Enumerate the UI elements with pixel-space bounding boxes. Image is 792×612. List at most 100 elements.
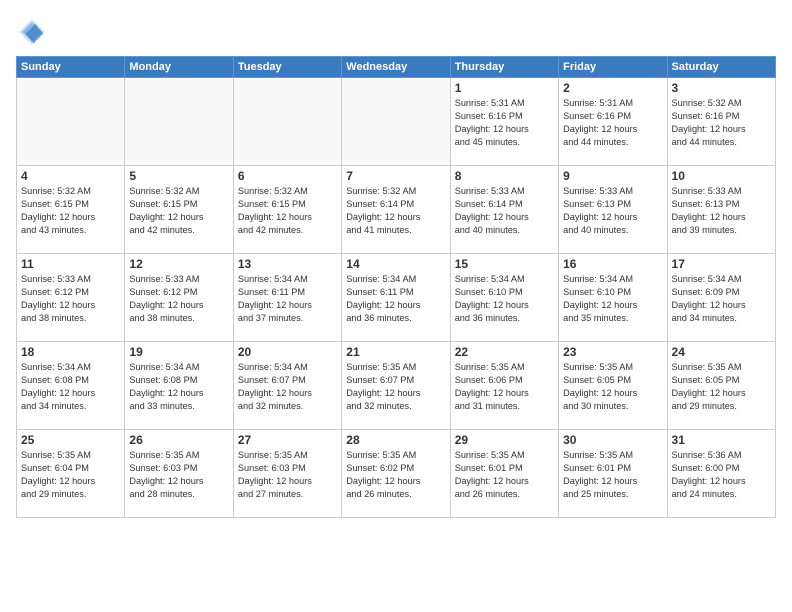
day-info: Sunrise: 5:35 AM Sunset: 6:05 PM Dayligh… <box>672 361 771 413</box>
header <box>16 16 776 48</box>
day-info: Sunrise: 5:33 AM Sunset: 6:13 PM Dayligh… <box>563 185 662 237</box>
day-cell: 28 Sunrise: 5:35 AM Sunset: 6:02 PM Dayli… <box>342 430 450 518</box>
day-info: Sunrise: 5:36 AM Sunset: 6:00 PM Dayligh… <box>672 449 771 501</box>
day-info: Sunrise: 5:35 AM Sunset: 6:04 PM Dayligh… <box>21 449 120 501</box>
day-cell: 13 Sunrise: 5:34 AM Sunset: 6:11 PM Dayli… <box>233 254 341 342</box>
day-cell <box>233 78 341 166</box>
day-number: 1 <box>455 81 554 95</box>
day-cell: 9 Sunrise: 5:33 AM Sunset: 6:13 PM Daylig… <box>559 166 667 254</box>
day-cell: 22Sunrise: 5:35 AM Sunset: 6:06 PM Dayli… <box>450 342 558 430</box>
day-cell <box>125 78 233 166</box>
col-header-friday: Friday <box>559 57 667 78</box>
day-cell: 2Sunrise: 5:31 AM Sunset: 6:16 PM Daylig… <box>559 78 667 166</box>
day-info: Sunrise: 5:34 AM Sunset: 6:09 PM Dayligh… <box>672 273 771 325</box>
day-info: Sunrise: 5:33 AM Sunset: 6:13 PM Dayligh… <box>672 185 771 237</box>
day-cell: 27 Sunrise: 5:35 AM Sunset: 6:03 PM Dayli… <box>233 430 341 518</box>
col-header-wednesday: Wednesday <box>342 57 450 78</box>
day-number: 30 <box>563 433 662 447</box>
day-cell: 21 Sunrise: 5:35 AM Sunset: 6:07 PM Dayli… <box>342 342 450 430</box>
day-info: Sunrise: 5:33 AM Sunset: 6:12 PM Dayligh… <box>129 273 228 325</box>
day-info: Sunrise: 5:32 AM Sunset: 6:16 PM Dayligh… <box>672 97 771 149</box>
day-cell: 16Sunrise: 5:34 AM Sunset: 6:10 PM Dayli… <box>559 254 667 342</box>
day-number: 8 <box>455 169 554 183</box>
week-row-3: 11 Sunrise: 5:33 AM Sunset: 6:12 PM Dayli… <box>17 254 776 342</box>
day-info: Sunrise: 5:34 AM Sunset: 6:10 PM Dayligh… <box>455 273 554 325</box>
day-number: 10 <box>672 169 771 183</box>
day-info: Sunrise: 5:32 AM Sunset: 6:15 PM Dayligh… <box>129 185 228 237</box>
day-number: 23 <box>563 345 662 359</box>
day-number: 29 <box>455 433 554 447</box>
day-cell: 10 Sunrise: 5:33 AM Sunset: 6:13 PM Dayli… <box>667 166 775 254</box>
day-number: 21 <box>346 345 445 359</box>
day-cell: 29 Sunrise: 5:35 AM Sunset: 6:01 PM Dayli… <box>450 430 558 518</box>
week-row-5: 25Sunrise: 5:35 AM Sunset: 6:04 PM Dayli… <box>17 430 776 518</box>
day-number: 28 <box>346 433 445 447</box>
day-number: 20 <box>238 345 337 359</box>
day-info: Sunrise: 5:32 AM Sunset: 6:15 PM Dayligh… <box>238 185 337 237</box>
day-cell: 15 Sunrise: 5:34 AM Sunset: 6:10 PM Dayli… <box>450 254 558 342</box>
day-info: Sunrise: 5:34 AM Sunset: 6:08 PM Dayligh… <box>21 361 120 413</box>
day-info: Sunrise: 5:32 AM Sunset: 6:15 PM Dayligh… <box>21 185 120 237</box>
day-info: Sunrise: 5:35 AM Sunset: 6:05 PM Dayligh… <box>563 361 662 413</box>
day-cell: 31 Sunrise: 5:36 AM Sunset: 6:00 PM Dayli… <box>667 430 775 518</box>
col-header-thursday: Thursday <box>450 57 558 78</box>
logo-icon <box>16 16 48 48</box>
day-info: Sunrise: 5:35 AM Sunset: 6:07 PM Dayligh… <box>346 361 445 413</box>
day-cell: 5 Sunrise: 5:32 AM Sunset: 6:15 PM Daylig… <box>125 166 233 254</box>
day-number: 22 <box>455 345 554 359</box>
day-number: 26 <box>129 433 228 447</box>
day-cell: 24Sunrise: 5:35 AM Sunset: 6:05 PM Dayli… <box>667 342 775 430</box>
day-cell <box>342 78 450 166</box>
day-number: 13 <box>238 257 337 271</box>
day-cell: 1 Sunrise: 5:31 AM Sunset: 6:16 PM Daylig… <box>450 78 558 166</box>
day-cell: 8 Sunrise: 5:33 AM Sunset: 6:14 PM Daylig… <box>450 166 558 254</box>
day-info: Sunrise: 5:35 AM Sunset: 6:03 PM Dayligh… <box>129 449 228 501</box>
day-number: 14 <box>346 257 445 271</box>
day-number: 27 <box>238 433 337 447</box>
day-number: 5 <box>129 169 228 183</box>
calendar-page: SundayMondayTuesdayWednesdayThursdayFrid… <box>0 0 792 612</box>
day-number: 12 <box>129 257 228 271</box>
day-info: Sunrise: 5:34 AM Sunset: 6:07 PM Dayligh… <box>238 361 337 413</box>
day-info: Sunrise: 5:32 AM Sunset: 6:14 PM Dayligh… <box>346 185 445 237</box>
day-number: 19 <box>129 345 228 359</box>
day-cell: 7 Sunrise: 5:32 AM Sunset: 6:14 PM Daylig… <box>342 166 450 254</box>
day-number: 9 <box>563 169 662 183</box>
day-cell: 4 Sunrise: 5:32 AM Sunset: 6:15 PM Daylig… <box>17 166 125 254</box>
day-info: Sunrise: 5:34 AM Sunset: 6:08 PM Dayligh… <box>129 361 228 413</box>
day-cell: 19 Sunrise: 5:34 AM Sunset: 6:08 PM Dayli… <box>125 342 233 430</box>
day-number: 16 <box>563 257 662 271</box>
day-info: Sunrise: 5:31 AM Sunset: 6:16 PM Dayligh… <box>455 97 554 149</box>
day-info: Sunrise: 5:35 AM Sunset: 6:01 PM Dayligh… <box>455 449 554 501</box>
day-number: 11 <box>21 257 120 271</box>
day-number: 6 <box>238 169 337 183</box>
calendar-table: SundayMondayTuesdayWednesdayThursdayFrid… <box>16 56 776 518</box>
day-info: Sunrise: 5:34 AM Sunset: 6:11 PM Dayligh… <box>238 273 337 325</box>
col-header-monday: Monday <box>125 57 233 78</box>
day-cell: 20 Sunrise: 5:34 AM Sunset: 6:07 PM Dayli… <box>233 342 341 430</box>
day-info: Sunrise: 5:35 AM Sunset: 6:03 PM Dayligh… <box>238 449 337 501</box>
day-cell: 26 Sunrise: 5:35 AM Sunset: 6:03 PM Dayli… <box>125 430 233 518</box>
day-number: 31 <box>672 433 771 447</box>
day-cell: 25Sunrise: 5:35 AM Sunset: 6:04 PM Dayli… <box>17 430 125 518</box>
logo <box>16 16 52 48</box>
day-number: 18 <box>21 345 120 359</box>
day-info: Sunrise: 5:33 AM Sunset: 6:14 PM Dayligh… <box>455 185 554 237</box>
day-info: Sunrise: 5:35 AM Sunset: 6:02 PM Dayligh… <box>346 449 445 501</box>
day-cell: 11Sunrise: 5:33 AM Sunset: 6:12 PM Dayli… <box>17 254 125 342</box>
col-header-saturday: Saturday <box>667 57 775 78</box>
day-cell: 30Sunrise: 5:35 AM Sunset: 6:01 PM Dayli… <box>559 430 667 518</box>
day-cell: 14Sunrise: 5:34 AM Sunset: 6:11 PM Dayli… <box>342 254 450 342</box>
day-cell: 23 Sunrise: 5:35 AM Sunset: 6:05 PM Dayli… <box>559 342 667 430</box>
day-number: 7 <box>346 169 445 183</box>
day-number: 4 <box>21 169 120 183</box>
day-number: 3 <box>672 81 771 95</box>
day-number: 15 <box>455 257 554 271</box>
day-cell: 12 Sunrise: 5:33 AM Sunset: 6:12 PM Dayli… <box>125 254 233 342</box>
day-cell: 6 Sunrise: 5:32 AM Sunset: 6:15 PM Daylig… <box>233 166 341 254</box>
week-row-2: 4 Sunrise: 5:32 AM Sunset: 6:15 PM Daylig… <box>17 166 776 254</box>
day-info: Sunrise: 5:31 AM Sunset: 6:16 PM Dayligh… <box>563 97 662 149</box>
day-cell <box>17 78 125 166</box>
calendar-header-row: SundayMondayTuesdayWednesdayThursdayFrid… <box>17 57 776 78</box>
day-number: 17 <box>672 257 771 271</box>
